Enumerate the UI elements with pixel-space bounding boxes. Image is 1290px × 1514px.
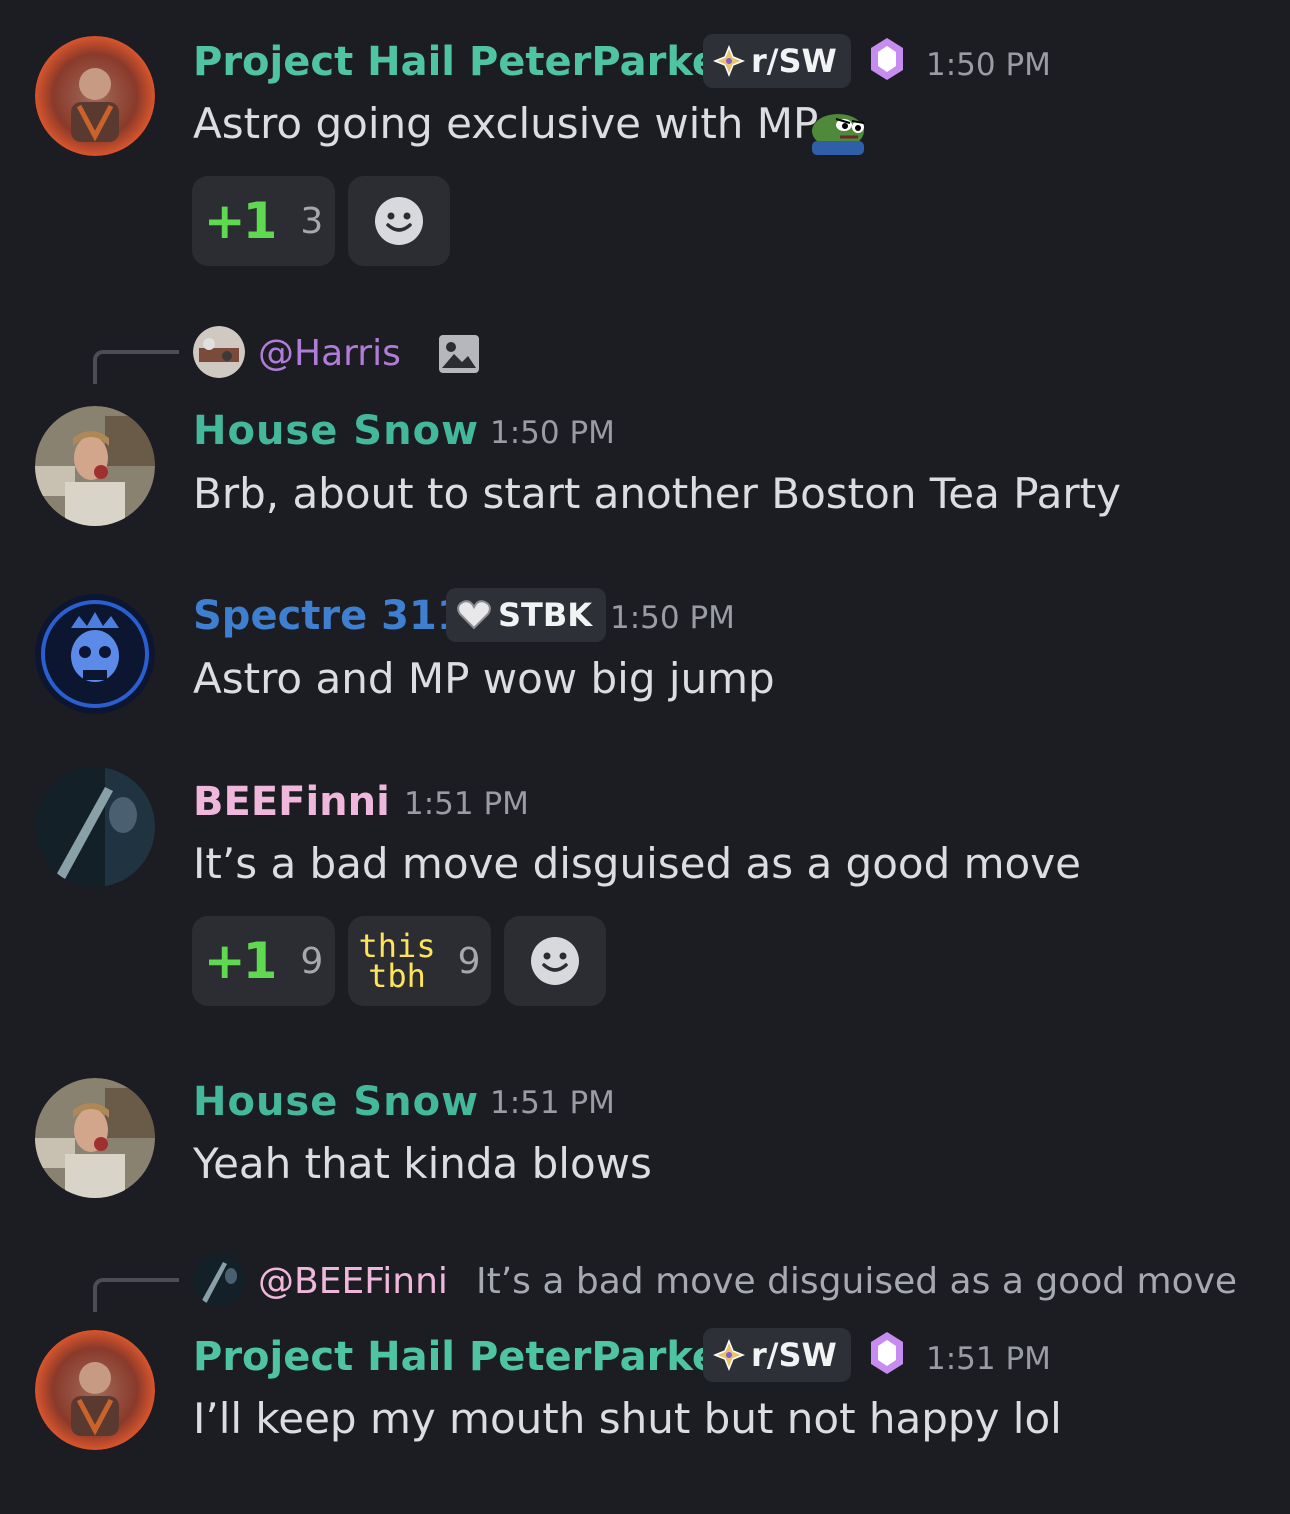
server-tag[interactable]: r/SW (703, 34, 851, 88)
author-name[interactable]: House Snow (193, 407, 479, 455)
author-name[interactable]: Project Hail PeterParker (193, 38, 739, 86)
avatar-beefinni[interactable] (35, 767, 155, 887)
reaction-this-tbh[interactable]: this tbh 9 (348, 916, 491, 1006)
add-reaction-button[interactable] (348, 176, 450, 266)
angry-pepe-emoji-icon (806, 105, 870, 161)
diamond-sparkle-icon (713, 45, 745, 77)
reply-avatar-beefinni[interactable] (193, 1254, 245, 1306)
server-tag[interactable]: r/SW (703, 1328, 851, 1382)
reply-avatar-harris[interactable] (193, 326, 245, 378)
timestamp: 1:51 PM (404, 786, 529, 822)
server-tag[interactable]: STBK (446, 588, 607, 642)
avatar-project-hail-peterparker[interactable] (35, 1330, 155, 1450)
nitro-boost-icon (868, 35, 906, 87)
reaction-count: 9 (457, 940, 481, 982)
timestamp: 1:51 PM (490, 1085, 615, 1121)
smiley-icon (375, 197, 423, 245)
server-tag-label: r/SW (751, 42, 837, 80)
reply-connector (93, 350, 179, 384)
server-tag-label: STBK (498, 596, 593, 634)
reaction-count: 3 (300, 200, 324, 242)
reply-mention[interactable]: @Harris (258, 332, 401, 376)
author-name[interactable]: Project Hail PeterParker (193, 1333, 739, 1381)
diamond-sparkle-icon (713, 1339, 745, 1371)
reaction-plus-one[interactable]: +1 3 (192, 176, 335, 266)
reaction-plus-one[interactable]: +1 9 (192, 916, 335, 1006)
avatar-house-snow[interactable] (35, 406, 155, 526)
this-tbh-emoji: this tbh (359, 930, 436, 995)
plus-one-emoji: +1 (203, 932, 278, 990)
avatar-project-hail-peterparker[interactable] (35, 36, 155, 156)
smiley-icon (531, 937, 579, 985)
message-text: I’ll keep my mouth shut but not happy lo… (193, 1394, 1062, 1443)
heart-icon (457, 600, 491, 630)
reply-mention[interactable]: @BEEFinni (258, 1260, 448, 1304)
message-text: Astro going exclusive with MP (193, 99, 819, 148)
reaction-count: 9 (300, 940, 324, 982)
message-text: Astro and MP wow big jump (193, 654, 775, 703)
nitro-boost-icon (868, 1329, 906, 1381)
message-text: Yeah that kinda blows (193, 1139, 652, 1188)
reply-connector (93, 1278, 179, 1312)
server-tag-label: r/SW (751, 1336, 837, 1374)
timestamp: 1:50 PM (610, 600, 735, 636)
plus-one-emoji: +1 (203, 192, 278, 250)
image-icon (438, 334, 480, 378)
add-reaction-button[interactable] (504, 916, 606, 1006)
message-text: Brb, about to start another Boston Tea P… (193, 469, 1121, 518)
avatar-spectre-311[interactable] (35, 594, 155, 714)
reply-preview-text[interactable]: It’s a bad move disguised as a good move (476, 1260, 1237, 1304)
author-name[interactable]: House Snow (193, 1078, 479, 1126)
timestamp: 1:50 PM (926, 47, 1051, 83)
timestamp: 1:50 PM (490, 415, 615, 451)
this-tbh-line2: tbh (368, 957, 426, 995)
author-name[interactable]: BEEFinni (193, 778, 390, 826)
author-name[interactable]: Spectre 311 (193, 592, 465, 640)
avatar-house-snow[interactable] (35, 1078, 155, 1198)
message-text: It’s a bad move disguised as a good move (193, 839, 1081, 888)
timestamp: 1:51 PM (926, 1341, 1051, 1377)
